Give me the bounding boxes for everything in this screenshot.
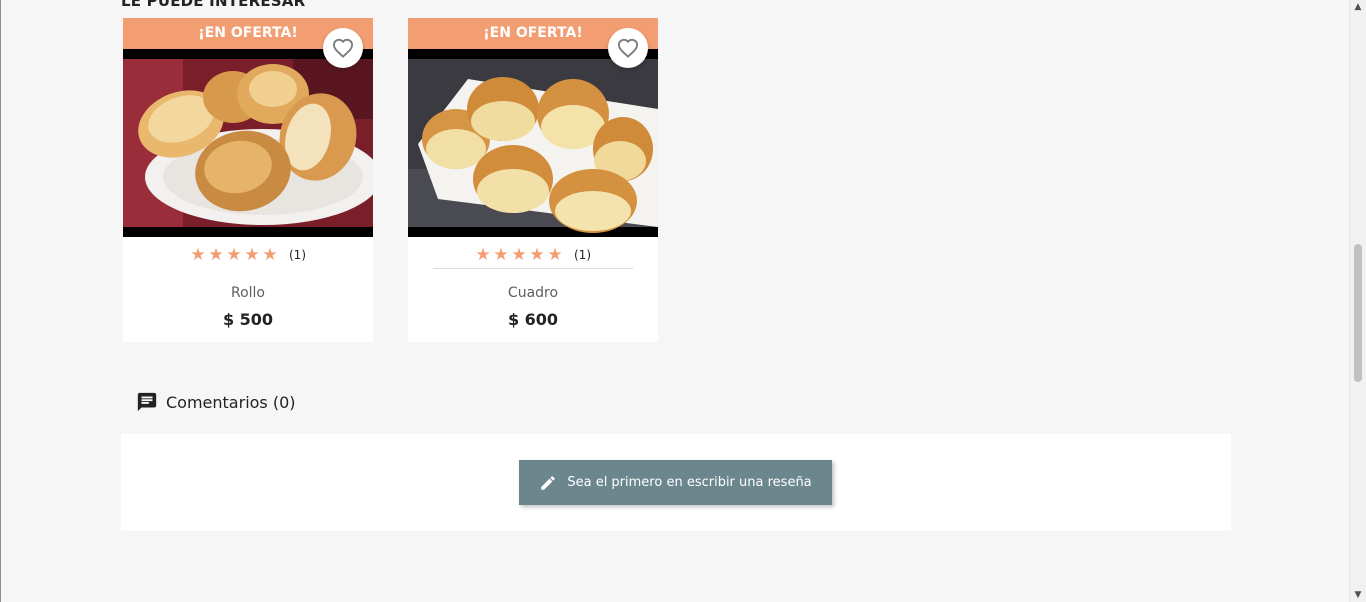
- croissant-image: [123, 59, 373, 227]
- rating-count: (1): [574, 248, 591, 262]
- star-icon: ★: [226, 245, 242, 265]
- star-icon: ★: [190, 245, 206, 265]
- product-card[interactable]: ¡EN OFERTA!: [408, 18, 658, 342]
- star-icon: ★: [475, 245, 491, 265]
- vertical-scrollbar[interactable]: ▲ ▼: [1349, 0, 1366, 602]
- product-price: $ 500: [222, 310, 274, 329]
- pencil-icon: [541, 475, 556, 490]
- section-title: LE PUEDE INTERESAR: [121, 0, 306, 10]
- star-icon: ★: [547, 245, 563, 265]
- star-icon: ★: [529, 245, 545, 265]
- comment-icon: [137, 392, 157, 412]
- star-icon: ★: [493, 245, 509, 265]
- heart-outline-icon: [617, 38, 639, 58]
- scroll-down-arrow-icon[interactable]: ▼: [1354, 591, 1362, 600]
- wishlist-button[interactable]: [608, 28, 648, 68]
- heart-outline-icon: [332, 38, 354, 58]
- page: LE PUEDE INTERESAR ¡EN OFERTA! ★ ★ ★ ★ ★…: [0, 0, 1366, 602]
- scroll-up-arrow-icon[interactable]: ▲: [1354, 3, 1362, 12]
- star-icon: ★: [511, 245, 527, 265]
- product-price: $ 600: [507, 310, 559, 329]
- comments-heading-label: Comentarios (0): [166, 392, 296, 412]
- star-icon: ★: [262, 245, 278, 265]
- window-edge: [0, 0, 1, 602]
- product-card[interactable]: ¡EN OFERTA!: [123, 18, 373, 342]
- product-name[interactable]: Cuadro: [408, 285, 658, 301]
- product-name[interactable]: Rollo: [123, 285, 373, 301]
- comments-heading: Comentarios (0): [136, 390, 296, 414]
- comments-panel: Sea el primero en escribir una reseña: [121, 434, 1231, 531]
- star-icon: ★: [244, 245, 260, 265]
- product-rating: ★ ★ ★ ★ ★ (1): [408, 246, 658, 264]
- product-image[interactable]: [408, 49, 658, 237]
- product-rating: ★ ★ ★ ★ ★ (1): [123, 246, 373, 264]
- card-divider: [433, 268, 633, 269]
- star-icon: ★: [208, 245, 224, 265]
- bread-rolls-image: [408, 59, 658, 233]
- write-review-label: Sea el primero en escribir una reseña: [567, 475, 812, 490]
- rating-count: (1): [289, 248, 306, 262]
- write-review-button[interactable]: Sea el primero en escribir una reseña: [519, 460, 832, 505]
- wishlist-button[interactable]: [323, 28, 363, 68]
- product-image[interactable]: [123, 49, 373, 237]
- scrollbar-thumb[interactable]: [1354, 244, 1362, 382]
